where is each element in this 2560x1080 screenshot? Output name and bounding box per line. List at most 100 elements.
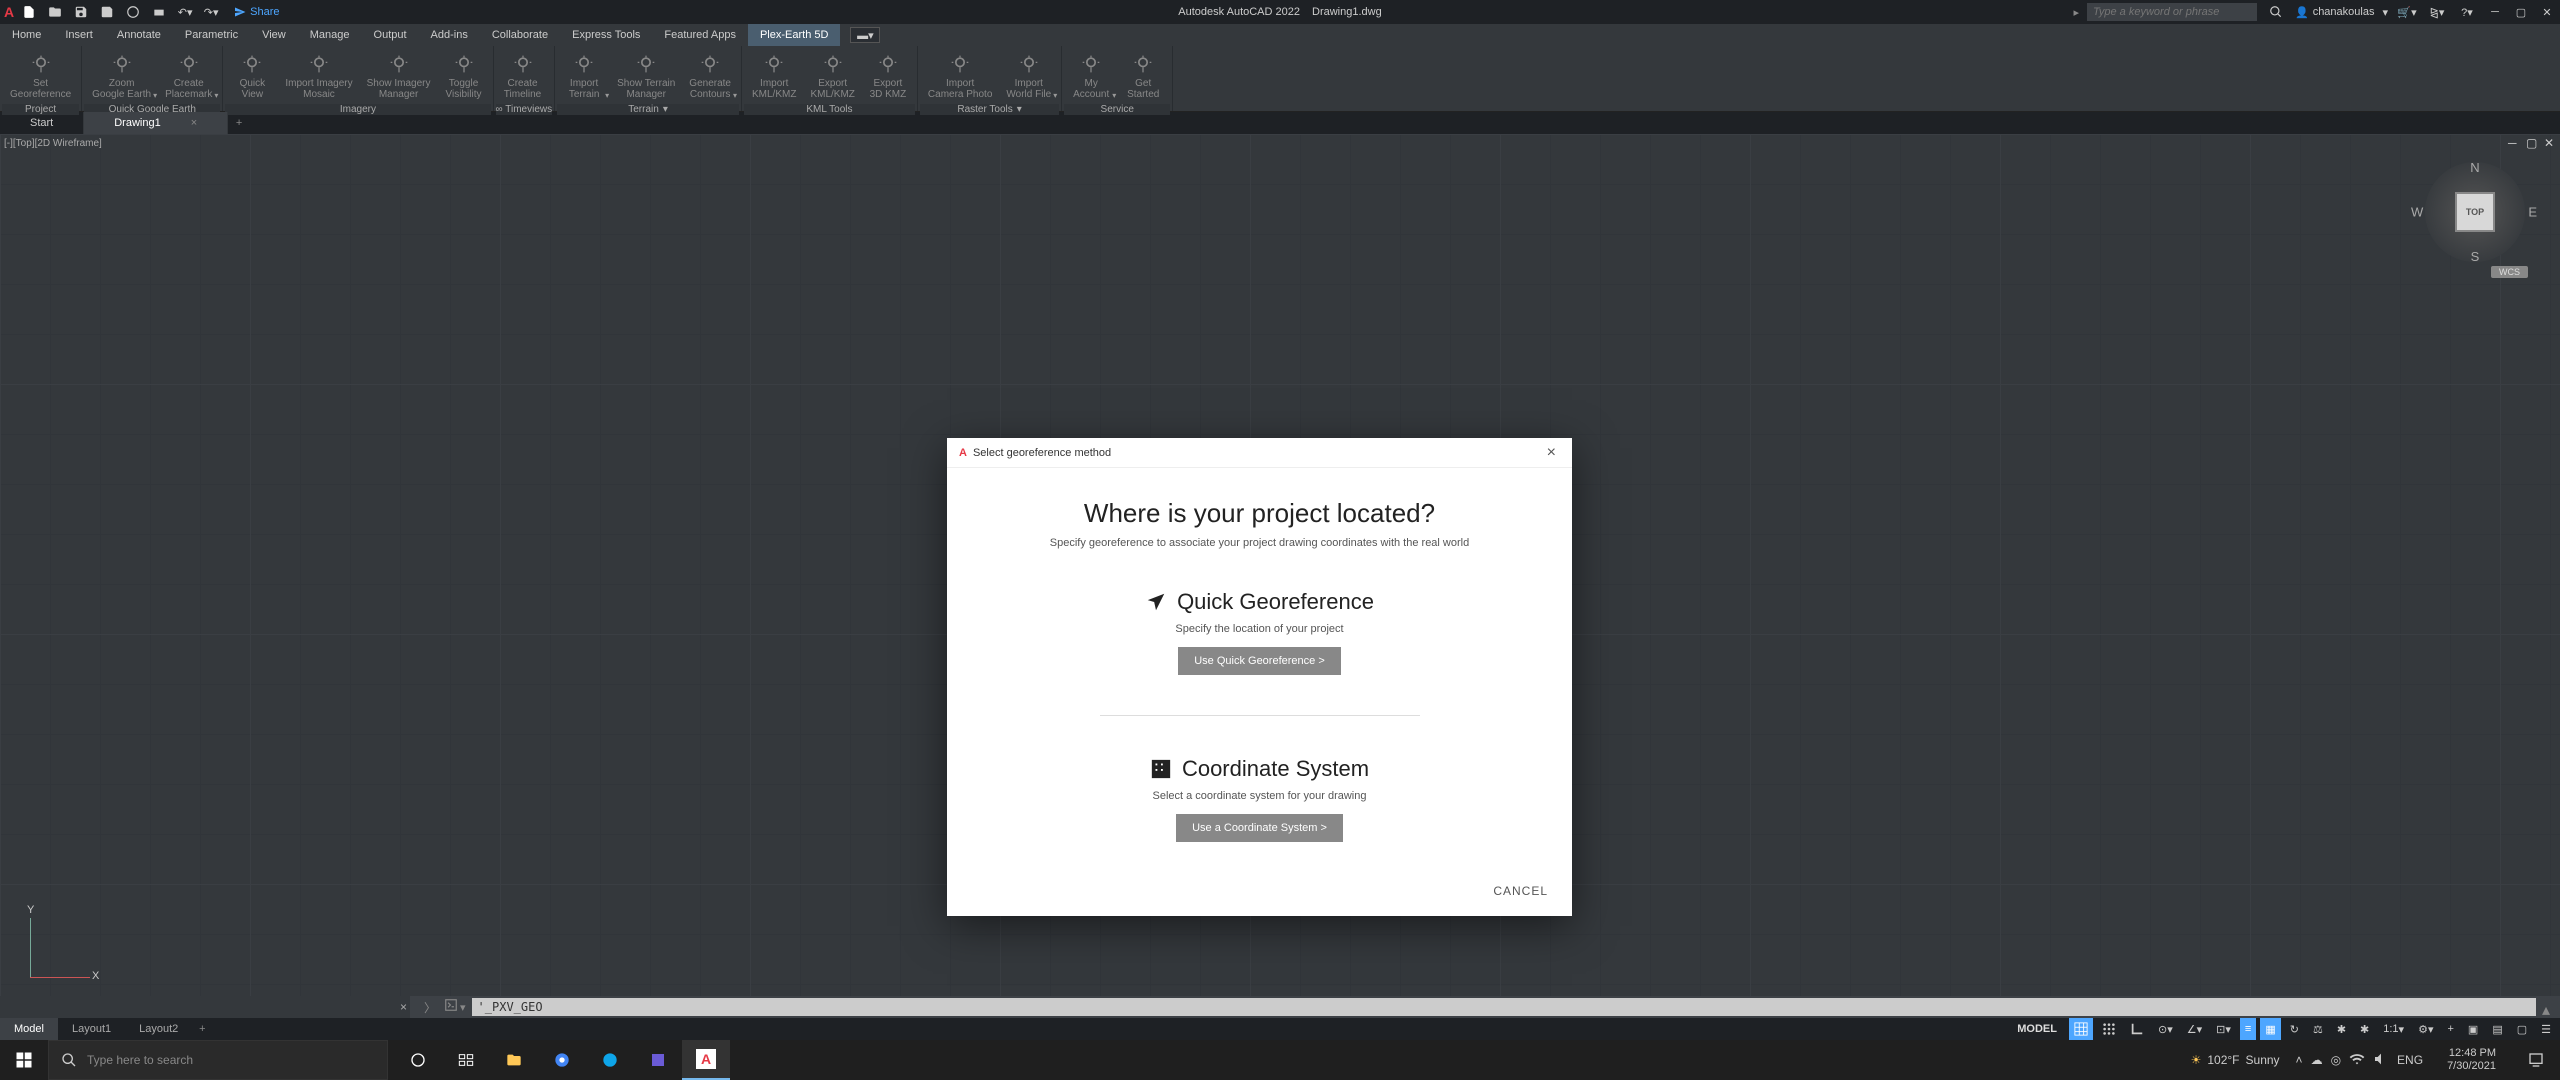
ribbon-create-timeline[interactable]: Create Timeline — [498, 50, 548, 102]
annotation-scale-icon[interactable]: ⚖ — [2308, 1018, 2328, 1040]
menu-featured-apps[interactable]: Featured Apps — [652, 24, 748, 46]
tray-volume-icon[interactable] — [2373, 1051, 2389, 1070]
use-coordinate-system-button[interactable]: Use a Coordinate System > — [1176, 814, 1343, 842]
qat-save-icon[interactable] — [70, 3, 92, 21]
command-close-icon[interactable]: × — [400, 1000, 407, 1014]
qat-open-icon[interactable] — [44, 3, 66, 21]
viewcube-top-face[interactable]: TOP — [2455, 192, 2495, 232]
ribbon-toggle-visibility[interactable]: Toggle Visibility — [439, 50, 489, 102]
tray-language-label[interactable]: ENG — [2397, 1053, 2423, 1067]
clean-screen-icon[interactable]: ▢ — [2512, 1018, 2532, 1040]
dialog-cancel-button[interactable]: CANCEL — [1493, 884, 1548, 898]
taskbar-search-input[interactable]: Type here to search — [48, 1040, 388, 1080]
menu-annotate[interactable]: Annotate — [105, 24, 173, 46]
chrome-app-icon[interactable] — [538, 1040, 586, 1080]
qat-saveas-icon[interactable] — [96, 3, 118, 21]
explorer-app-icon[interactable] — [490, 1040, 538, 1080]
add-layout-button[interactable]: + — [192, 1023, 212, 1035]
keyword-search-input[interactable] — [2087, 3, 2257, 21]
viewport-close-icon[interactable]: ✕ — [2544, 136, 2558, 150]
ribbon-import-terrain[interactable]: Import Terrain — [559, 50, 609, 102]
user-account-button[interactable]: 👤chanakoulas▾ — [2295, 6, 2388, 19]
tray-clock[interactable]: 12:48 PM7/30/2021 — [2439, 1047, 2504, 1073]
tray-notifications-icon[interactable] — [2512, 1040, 2560, 1080]
annotation-monitor-icon[interactable]: + — [2442, 1018, 2458, 1040]
viewport-minimize-icon[interactable]: ─ — [2508, 136, 2522, 150]
ribbon-group-label[interactable]: ∞ Timeviews — [496, 104, 553, 115]
ribbon-show-terrain-manager[interactable]: Show Terrain Manager — [611, 50, 681, 102]
ribbon-export-3d-kmz[interactable]: Export 3D KMZ — [863, 50, 913, 102]
model-space-label[interactable]: MODEL — [2009, 1023, 2065, 1035]
task-view-icon[interactable] — [442, 1040, 490, 1080]
ribbon-group-label[interactable]: Terrain — [557, 104, 739, 115]
minimize-button[interactable]: ─ — [2486, 3, 2504, 21]
qat-new-icon[interactable] — [18, 3, 40, 21]
customization-icon[interactable]: ☰ — [2536, 1018, 2556, 1040]
command-input[interactable] — [472, 998, 2536, 1016]
dialog-titlebar[interactable]: A Select georeference method × — [947, 438, 1572, 468]
qat-web-icon[interactable] — [122, 3, 144, 21]
viewport-label[interactable]: [-][Top][2D Wireframe] — [4, 138, 102, 149]
autodesk-app-store-icon[interactable]: 🛒▾ — [2396, 3, 2418, 21]
grid-toggle-icon[interactable] — [2069, 1018, 2093, 1040]
tray-network-icon[interactable] — [2349, 1051, 2365, 1070]
autocad-app-icon[interactable]: A — [682, 1040, 730, 1080]
close-button[interactable]: ✕ — [2538, 3, 2556, 21]
layout-tab-layout2[interactable]: Layout2 — [125, 1018, 192, 1040]
dialog-close-button[interactable]: × — [1543, 444, 1560, 462]
doc-tab-drawing1[interactable]: Drawing1× — [84, 112, 228, 134]
qat-undo-icon[interactable]: ↶▾ — [174, 3, 196, 21]
menu-parametric[interactable]: Parametric — [173, 24, 250, 46]
search-info-icon[interactable]: ▸ — [2073, 6, 2079, 19]
command-recent-dropdown-icon[interactable]: ▴ — [2542, 1000, 2556, 1014]
layout-tab-model[interactable]: Model — [0, 1018, 58, 1040]
viewport-restore-icon[interactable]: ▢ — [2526, 136, 2540, 150]
ortho-toggle-icon[interactable] — [2125, 1018, 2149, 1040]
cortana-icon[interactable] — [394, 1040, 442, 1080]
share-button[interactable]: Share — [234, 6, 279, 18]
ribbon-group-label[interactable]: Imagery — [225, 104, 490, 115]
ribbon-group-label[interactable]: Raster Tools — [920, 104, 1059, 115]
ribbon-import-imagery-mosaic[interactable]: Import Imagery Mosaic — [279, 50, 358, 102]
qat-redo-icon[interactable]: ↷▾ — [200, 3, 222, 21]
ribbon-my-account[interactable]: My Account — [1066, 50, 1116, 102]
snap-toggle-icon[interactable] — [2097, 1018, 2121, 1040]
ribbon-set-georeference[interactable]: Set Georeference — [4, 50, 77, 102]
selection-cycling-icon[interactable]: ↻ — [2285, 1018, 2304, 1040]
tray-location-icon[interactable]: ◎ — [2331, 1053, 2341, 1067]
isolate-objects-icon[interactable]: ▣ — [2463, 1018, 2483, 1040]
isodraft-toggle-icon[interactable]: ∠▾ — [2182, 1018, 2207, 1040]
use-quick-georeference-button[interactable]: Use Quick Georeference > — [1178, 647, 1341, 675]
osnap-toggle-icon[interactable]: ⊡▾ — [2211, 1018, 2236, 1040]
menu-view[interactable]: View — [250, 24, 298, 46]
menu-express-tools[interactable]: Express Tools — [560, 24, 652, 46]
ribbon-import-kml/kmz[interactable]: Import KML/KMZ — [746, 50, 802, 102]
hardware-accel-icon[interactable]: ▤ — [2487, 1018, 2507, 1040]
viewcube-east-label[interactable]: E — [2528, 205, 2537, 220]
unknown-app-icon[interactable] — [634, 1040, 682, 1080]
maximize-button[interactable]: ▢ — [2512, 3, 2530, 21]
auto-scale-icon[interactable]: ✱ — [2355, 1018, 2374, 1040]
viewcube-south-label[interactable]: S — [2471, 249, 2480, 264]
annotation-scale-value[interactable]: 1:1▾ — [2378, 1018, 2409, 1040]
ribbon-import-world-file[interactable]: Import World File — [1000, 50, 1057, 102]
drawing-viewport[interactable]: [-][Top][2D Wireframe] ─ ▢ ✕ N S W E TOP… — [0, 134, 2560, 996]
search-icon[interactable] — [2265, 3, 2287, 21]
ribbon-group-label[interactable]: Project — [2, 104, 79, 115]
layout-tab-layout1[interactable]: Layout1 — [58, 1018, 125, 1040]
ribbon-group-label[interactable]: Service — [1064, 104, 1170, 115]
command-chevron-icon[interactable]: 〉 — [424, 999, 436, 1016]
edge-app-icon[interactable] — [586, 1040, 634, 1080]
qat-plot-icon[interactable] — [148, 3, 170, 21]
menu-output[interactable]: Output — [362, 24, 419, 46]
doc-tab-start[interactable]: Start — [0, 112, 84, 134]
workspace-switching-icon[interactable]: ⚙▾ — [2413, 1018, 2438, 1040]
ribbon-zoom-google-earth[interactable]: Zoom Google Earth — [86, 50, 157, 102]
tray-onedrive-icon[interactable]: ☁ — [2311, 1053, 2323, 1067]
weather-widget[interactable]: ☀ 102°F Sunny — [2191, 1053, 2280, 1067]
menu-plex-earth-5d[interactable]: Plex-Earth 5D — [748, 24, 840, 46]
annotation-visibility-icon[interactable]: ✱ — [2332, 1018, 2351, 1040]
menu-insert[interactable]: Insert — [53, 24, 105, 46]
tray-overflow-icon[interactable]: ˄ — [2296, 1053, 2303, 1067]
ribbon-generate-contours[interactable]: Generate Contours — [683, 50, 737, 102]
